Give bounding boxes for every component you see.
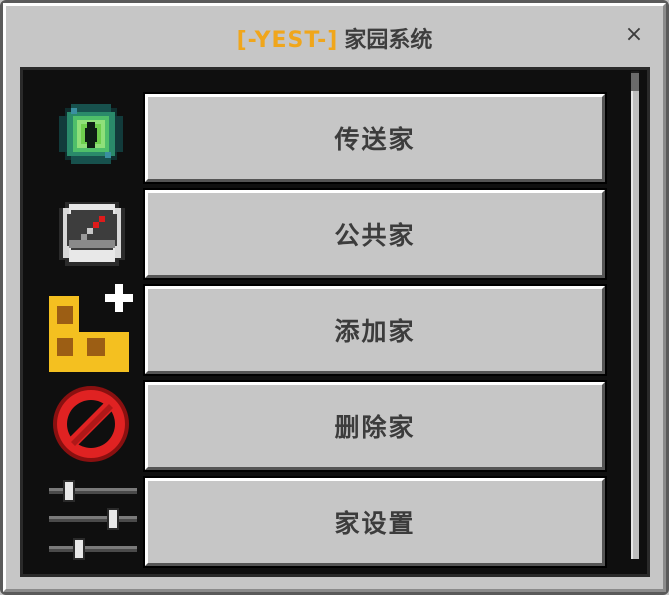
ender-eye-icon [43, 90, 141, 182]
add-home-button[interactable]: 添加家 [143, 284, 607, 376]
menu-row-home-settings: 家设置 [43, 474, 631, 568]
title-text: 家园系统 [344, 28, 433, 53]
scrollbar[interactable] [631, 71, 639, 559]
delete-icon [43, 378, 141, 470]
sliders-icon [43, 474, 141, 566]
teleport-home-button[interactable]: 传送家 [143, 92, 607, 184]
home-settings-button[interactable]: 家设置 [143, 476, 607, 568]
scrollbar-thumb[interactable] [631, 75, 639, 559]
compass-icon [43, 186, 141, 278]
home-system-window: [-YEST-] 家园系统 × 传送家 公共家 添加家 删除家 家设置 [0, 0, 669, 595]
menu-row-delete-home: 删除家 [43, 378, 631, 472]
close-button[interactable]: × [624, 24, 644, 46]
window-title: [-YEST-] 家园系统 [3, 21, 666, 61]
title-server-tag: [-YEST-] [236, 28, 339, 53]
menu-row-public-home: 公共家 [43, 186, 631, 280]
delete-home-button[interactable]: 删除家 [143, 380, 607, 472]
menu-row-add-home: 添加家 [43, 282, 631, 376]
add-home-icon [43, 282, 141, 374]
public-home-button[interactable]: 公共家 [143, 188, 607, 280]
menu-row-teleport-home: 传送家 [43, 90, 631, 184]
scrollbar-top-cap [631, 73, 639, 91]
